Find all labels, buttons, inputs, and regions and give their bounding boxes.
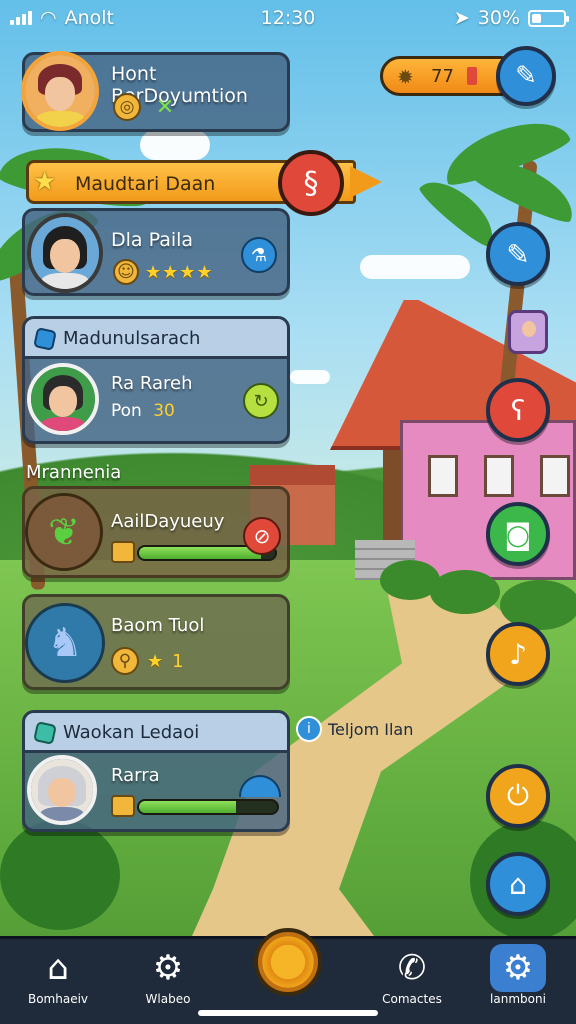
friend-avatar[interactable]	[27, 213, 103, 293]
sparkle-icon[interactable]: ✕	[151, 93, 179, 121]
chest-icon	[111, 541, 135, 563]
info-icon: i	[296, 716, 322, 742]
bell-icon: ♪	[509, 637, 527, 671]
quest-name: Rarra	[111, 765, 160, 786]
house-window	[428, 455, 458, 497]
task-count: 1	[172, 650, 184, 672]
quest-reward-button[interactable]: §	[278, 150, 344, 216]
quest-card[interactable]: Waokan Ledaoi Rarra	[22, 710, 290, 832]
edit-icon: ✎	[506, 237, 530, 271]
leaf-icon: ❦	[48, 510, 80, 554]
chest-icon	[111, 795, 135, 817]
gem-icon	[33, 327, 57, 351]
tag-label: Teljom Ilan	[328, 719, 414, 739]
battery-percent: 30%	[477, 7, 520, 29]
star-icon: ★	[33, 167, 57, 197]
location-icon: ➤	[453, 7, 470, 29]
banner-arrow	[350, 166, 382, 198]
friend-name: Dla Paila	[111, 229, 194, 251]
microphone-button[interactable]: ✎	[496, 46, 556, 106]
slash-icon: ⊘	[253, 524, 271, 548]
leaf-badge: ❦	[25, 493, 103, 571]
nav-item-settings[interactable]: ⚙ lanmboni	[468, 946, 568, 1006]
edit-button[interactable]: ✎	[486, 222, 550, 286]
settings-icon: ⚙	[502, 948, 534, 988]
refresh-icon: ↻	[253, 390, 269, 412]
task-card[interactable]: ♞ Baom Tuol ⚲ ★ 1	[22, 594, 290, 690]
bell-button[interactable]: ♪	[486, 622, 550, 686]
nav-item-home[interactable]: ⌂ Bomhaeiv	[8, 946, 108, 1006]
location-pin-icon: ⚲	[111, 647, 139, 675]
microphone-icon: ✎	[515, 61, 537, 91]
dome-icon	[239, 775, 281, 797]
task-title: Baom Tuol	[111, 615, 205, 636]
power-button[interactable]: ⏻	[486, 764, 550, 828]
house	[400, 420, 576, 580]
gear-icon: ⚙	[152, 948, 184, 988]
pet-badge: ♞	[25, 603, 105, 683]
friend-card[interactable]: Dla Paila ☺ ★★★★ ⚗	[22, 208, 290, 296]
cancel-task-button[interactable]: ⊘	[243, 517, 281, 555]
cloud	[360, 255, 470, 279]
task-card[interactable]: ❦ AailDayueuy ⊘	[22, 486, 290, 578]
rating-stars: ★★★★	[145, 261, 214, 283]
friend-thumbnail[interactable]	[508, 310, 548, 354]
member-sub: Pon	[111, 401, 142, 421]
home-indicator[interactable]	[198, 1010, 378, 1016]
player-avatar[interactable]	[21, 51, 99, 131]
house-door	[383, 450, 401, 545]
nav-label: Wlabeo	[145, 992, 191, 1006]
member-name: Ra Rareh	[111, 373, 193, 394]
swap-icon: §	[303, 165, 319, 201]
camera-icon: ◙	[504, 517, 532, 551]
profile-panel[interactable]: Hont BorDoyumtion ◎ ✕	[21, 51, 290, 132]
bush	[430, 570, 500, 614]
member-header: Madunulsarach	[63, 328, 201, 349]
status-bar: ◠ Anolt 12:30 ➤ 30%	[0, 0, 576, 36]
star-icon: ★	[147, 650, 165, 672]
home-button[interactable]: ⌂	[486, 852, 550, 916]
battery-icon	[528, 9, 569, 27]
currency-value: 77	[431, 66, 454, 87]
gear-coin-icon: ✹	[397, 65, 414, 89]
quest-card-header: Waokan Ledaoi	[63, 722, 200, 743]
task-title: AailDayueuy	[111, 511, 225, 532]
quest-label: Maudtari Daan	[75, 173, 216, 195]
section-label: Mrannenia	[26, 462, 122, 483]
nav-label: Comactes	[382, 992, 442, 1006]
smile-icon: ☺	[113, 259, 139, 285]
cloud	[140, 130, 210, 160]
bush	[0, 820, 120, 930]
cloud	[290, 370, 330, 384]
play-button[interactable]	[254, 928, 322, 996]
nav-item-workshop[interactable]: ⚙ Wlabeo	[118, 946, 218, 1006]
pet-icon: ♞	[47, 620, 83, 666]
gem-icon	[33, 721, 57, 745]
phone-icon: ✆	[397, 948, 427, 988]
pet-button[interactable]: ʕ	[486, 378, 550, 442]
member-count: 30	[153, 401, 175, 421]
nav-item-contacts[interactable]: ✆ Comactes	[362, 946, 462, 1006]
nav-label: lanmboni	[490, 992, 546, 1006]
currency-bar-icon	[467, 67, 477, 85]
gift-icon: ⚗	[250, 244, 268, 266]
house-icon: ⌂	[509, 867, 527, 901]
action-button[interactable]: ↻	[243, 383, 279, 419]
camera-button[interactable]: ◙	[486, 502, 550, 566]
coin-icon[interactable]: ◎	[113, 93, 141, 121]
power-icon: ⏻	[506, 779, 530, 812]
quest-progress	[137, 799, 279, 815]
member-card[interactable]: Madunulsarach Ra Rareh Pon 30 ↻	[22, 316, 290, 444]
bear-icon: ʕ	[510, 393, 526, 427]
home-icon: ⌂	[47, 948, 69, 988]
quest-avatar[interactable]	[27, 755, 97, 825]
gift-button[interactable]: ⚗	[241, 237, 277, 273]
face-icon	[522, 321, 536, 337]
member-avatar[interactable]	[27, 363, 99, 435]
nav-label: Bomhaeiv	[27, 992, 89, 1006]
house-window	[540, 455, 570, 497]
house-window	[484, 455, 514, 497]
info-tag[interactable]: i Teljom Ilan	[296, 716, 413, 742]
